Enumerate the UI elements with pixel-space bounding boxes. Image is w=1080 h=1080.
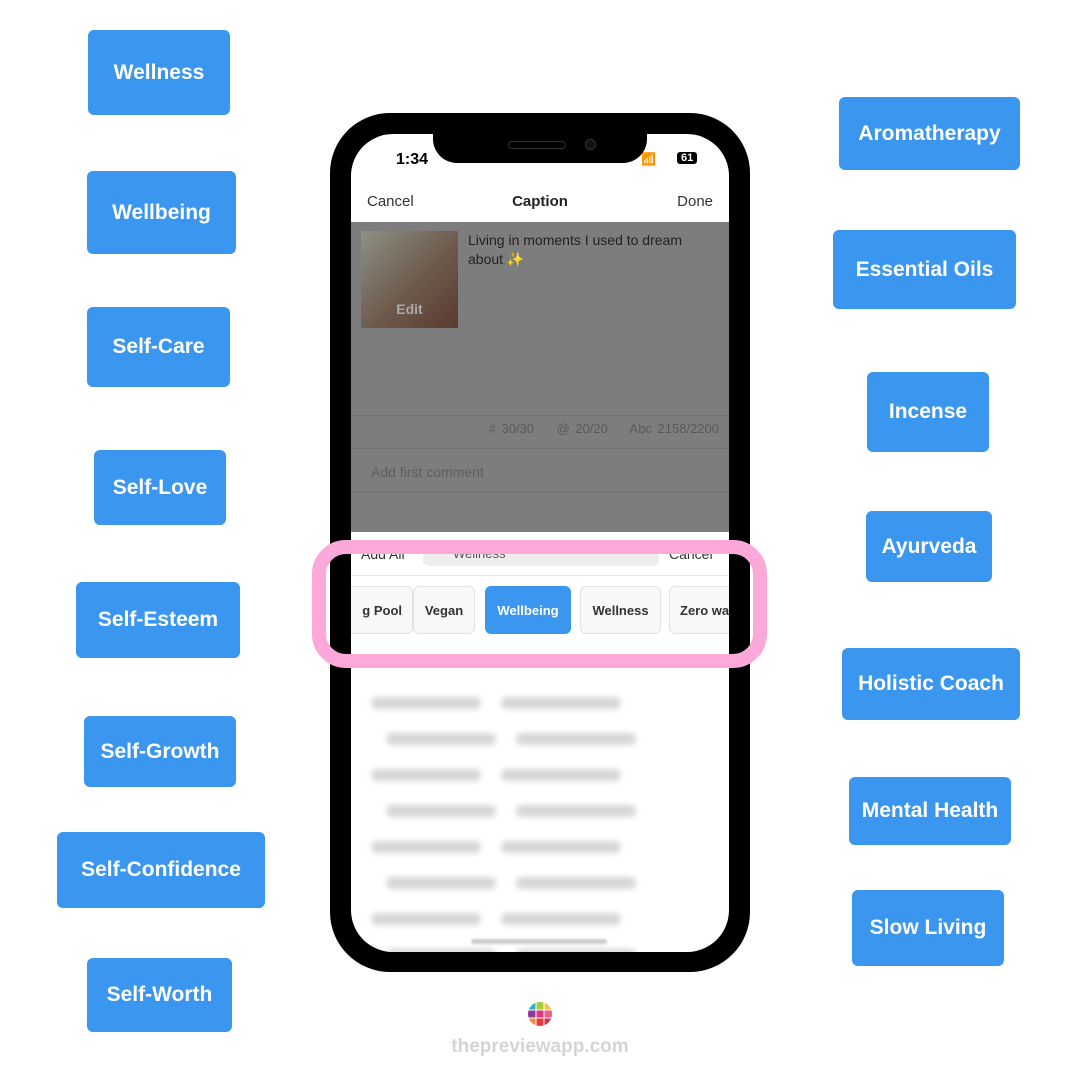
footer-website: thepreviewapp.com (451, 1036, 629, 1057)
hashtag-tag: Self-Growth (84, 716, 236, 787)
blurred-hashtag (386, 877, 496, 889)
hashtag-tag: Essential Oils (833, 230, 1016, 309)
hashtag-counter: # 30/30 (488, 421, 534, 436)
done-button[interactable]: Done (677, 193, 713, 210)
hashtag-tag: Self-Care (87, 307, 230, 387)
blurred-hashtag (386, 805, 496, 817)
hashtag-tag: Self-Love (94, 450, 226, 525)
hashtag-tag: Incense (867, 372, 989, 452)
char-counter: Abc 2158/2200 (629, 421, 719, 436)
blurred-hashtag (371, 769, 481, 781)
blurred-hashtag (371, 697, 481, 709)
hashtag-tag: Self-Esteem (76, 582, 240, 658)
speaker (508, 141, 566, 149)
blurred-hashtag (501, 697, 621, 709)
status-time: 1:34 (396, 151, 429, 168)
battery-icon: 61 (677, 152, 698, 164)
hashtag-tag: Wellness (88, 30, 230, 115)
edit-label[interactable]: Edit (361, 301, 458, 317)
dimmed-editor: Edit Living in moments I used to dream a… (351, 222, 729, 532)
hashtag-tag: Ayurveda (866, 511, 992, 582)
blurred-hashtag (516, 949, 636, 952)
blurred-hashtag (501, 841, 621, 853)
blurred-hashtag (501, 913, 621, 925)
page-title: Caption (512, 193, 568, 210)
hashtag-tag: Mental Health (849, 777, 1011, 845)
preview-app-logo-icon (528, 1002, 552, 1026)
blurred-hashtag (371, 841, 481, 853)
blurred-hashtag (516, 877, 636, 889)
caption-text[interactable]: Living in moments I used to dream about … (468, 231, 718, 269)
hashtag-tag: Holistic Coach (842, 648, 1020, 720)
post-thumbnail[interactable]: Edit (361, 231, 458, 328)
blurred-hashtag (386, 733, 496, 745)
hashtag-tag: Aromatherapy (839, 97, 1020, 170)
hashtag-tag: Self-Worth (87, 958, 232, 1032)
blurred-hashtag (371, 913, 481, 925)
camera (585, 139, 596, 150)
hashtag-tag: Slow Living (852, 890, 1004, 966)
home-indicator (471, 939, 607, 944)
notch (433, 113, 647, 163)
hashtag-tag: Self-Confidence (57, 832, 265, 908)
hashtag-tag: Wellbeing (87, 171, 236, 254)
blurred-hashtag (516, 733, 636, 745)
first-comment-input[interactable]: Add first comment (371, 464, 484, 480)
blurred-hashtag (386, 949, 496, 952)
mention-counter: @ 20/20 (556, 421, 608, 436)
highlight-frame (312, 540, 767, 668)
blurred-hashtag (516, 805, 636, 817)
wifi-icon: 📶 (641, 152, 656, 166)
blurred-hashtag (501, 769, 621, 781)
